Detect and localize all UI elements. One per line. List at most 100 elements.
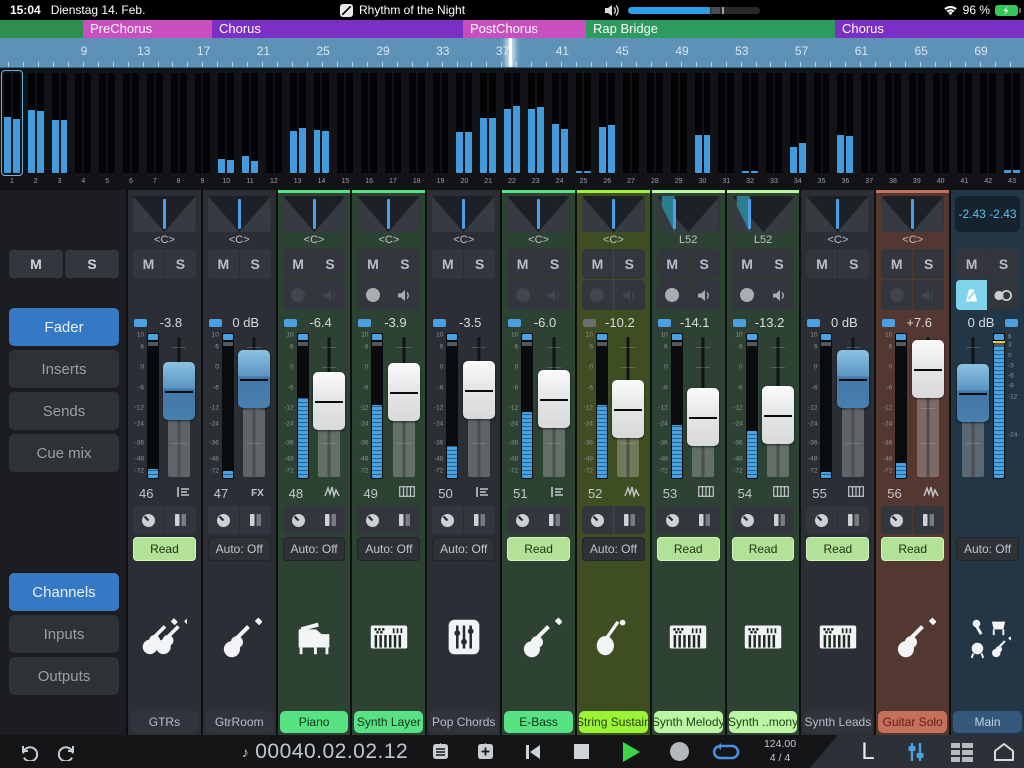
- overview-channel-20[interactable]: [454, 71, 474, 175]
- solo-button[interactable]: S: [689, 249, 720, 279]
- home-button[interactable]: [988, 735, 1020, 768]
- solo-button[interactable]: S: [764, 249, 795, 279]
- mute-button[interactable]: M: [881, 249, 912, 279]
- instrument-icon[interactable]: [352, 564, 425, 710]
- pan-control[interactable]: [582, 196, 645, 232]
- mute-button[interactable]: M: [208, 249, 239, 279]
- stop-button[interactable]: [566, 735, 596, 768]
- overview-channel-16[interactable]: [359, 71, 379, 175]
- overview-channel-32[interactable]: [740, 71, 760, 175]
- channel-name-label[interactable]: Synth ..mony: [729, 711, 798, 733]
- overview-channel-13[interactable]: [288, 71, 308, 175]
- pan-knob-button[interactable]: [732, 506, 763, 534]
- loop-button[interactable]: [706, 735, 746, 768]
- instrument-icon[interactable]: [951, 564, 1024, 710]
- instrument-icon[interactable]: [727, 564, 800, 710]
- overview-channel-41[interactable]: [955, 71, 975, 175]
- overview-channel-36[interactable]: [835, 71, 855, 175]
- monitor-button[interactable]: [764, 280, 795, 310]
- channel-mode-button[interactable]: [539, 506, 570, 534]
- tab-outputs[interactable]: Outputs: [9, 657, 119, 695]
- tab-channels[interactable]: Channels: [9, 573, 119, 611]
- position-display[interactable]: ♪ 00040.02.02.12: [230, 735, 420, 768]
- channel-name-label[interactable]: Guitar Solo: [878, 711, 947, 733]
- monitor-button[interactable]: [614, 280, 645, 310]
- record-arm-button[interactable]: [283, 280, 314, 310]
- add-marker-button[interactable]: [470, 735, 500, 768]
- instrument-icon[interactable]: [278, 564, 351, 710]
- overview-channel-26[interactable]: [597, 71, 617, 175]
- pan-control[interactable]: [732, 196, 795, 232]
- monitor-button[interactable]: [315, 280, 346, 310]
- global-solo-button[interactable]: S: [65, 250, 119, 278]
- automation-button[interactable]: Auto: Off: [357, 537, 420, 561]
- pan-control[interactable]: [657, 196, 720, 232]
- channel-mode-button[interactable]: [389, 506, 420, 534]
- record-arm-button[interactable]: [881, 280, 912, 310]
- section-Rap Bridge[interactable]: Rap Bridge: [586, 20, 835, 38]
- pan-control[interactable]: [208, 196, 271, 232]
- solo-button[interactable]: S: [913, 249, 944, 279]
- overview-channel-4[interactable]: [73, 71, 93, 175]
- instrument-icon[interactable]: [652, 564, 725, 710]
- section-Chorus[interactable]: Chorus: [212, 20, 463, 38]
- pan-knob-button[interactable]: [208, 506, 239, 534]
- pan-knob-button[interactable]: [357, 506, 388, 534]
- fader-cap[interactable]: [762, 386, 794, 444]
- pan-control[interactable]: [283, 196, 346, 232]
- overview-channel-28[interactable]: [645, 71, 665, 175]
- monitor-button[interactable]: [389, 280, 420, 310]
- overview-channel-38[interactable]: [883, 71, 903, 175]
- mute-button[interactable]: M: [432, 249, 463, 279]
- mute-button[interactable]: M: [956, 249, 987, 279]
- fader-cap[interactable]: [612, 380, 644, 438]
- channel-mode-button[interactable]: [913, 506, 944, 534]
- overview-channel-12[interactable]: [264, 71, 284, 175]
- tab-sends[interactable]: Sends: [9, 392, 119, 430]
- overview-channel-40[interactable]: [931, 71, 951, 175]
- overview-channel-6[interactable]: [121, 71, 141, 175]
- pan-control[interactable]: [133, 196, 196, 232]
- overview-channel-37[interactable]: [859, 71, 879, 175]
- record-arm-button[interactable]: [732, 280, 763, 310]
- section-PostChorus[interactable]: PostChorus: [463, 20, 586, 38]
- automation-button[interactable]: Read: [806, 537, 869, 561]
- fader-cap[interactable]: [238, 350, 270, 408]
- solo-button[interactable]: S: [165, 249, 196, 279]
- channel-name-label[interactable]: Synth Melody: [654, 711, 723, 733]
- overview-channel-33[interactable]: [764, 71, 784, 175]
- metronome-button[interactable]: [956, 280, 987, 310]
- monitor-button[interactable]: [689, 280, 720, 310]
- mute-button[interactable]: M: [133, 249, 164, 279]
- section-PreChorus[interactable]: PreChorus: [83, 20, 212, 38]
- overview-channel-23[interactable]: [526, 71, 546, 175]
- channel-name-label[interactable]: E-Bass: [504, 711, 573, 733]
- automation-button[interactable]: Read: [881, 537, 944, 561]
- overview-channel-39[interactable]: [907, 71, 927, 175]
- overview-channel-11[interactable]: [240, 71, 260, 175]
- mute-button[interactable]: M: [732, 249, 763, 279]
- pan-knob-button[interactable]: [582, 506, 613, 534]
- overview-channel-10[interactable]: [216, 71, 236, 175]
- solo-button[interactable]: S: [240, 249, 271, 279]
- playhead[interactable]: [509, 38, 512, 67]
- record-button[interactable]: [662, 735, 696, 768]
- timeline-ruler[interactable]: 9131721252933374145495357616569: [0, 38, 1024, 68]
- channel-name-label[interactable]: Pop Chords: [429, 711, 498, 733]
- pan-knob-button[interactable]: [881, 506, 912, 534]
- pan-knob-button[interactable]: [133, 506, 164, 534]
- automation-button[interactable]: Auto: Off: [956, 537, 1019, 561]
- overview-channel-42[interactable]: [978, 71, 998, 175]
- fader-cap[interactable]: [957, 364, 989, 422]
- channel-mode-button[interactable]: [764, 506, 795, 534]
- fader-cap[interactable]: [463, 361, 495, 419]
- return-to-start-button[interactable]: [518, 735, 548, 768]
- instrument-icon[interactable]: [801, 564, 874, 710]
- overview-channel-21[interactable]: [478, 71, 498, 175]
- stereo-mode-button[interactable]: [988, 280, 1019, 310]
- overview-channel-22[interactable]: [502, 71, 522, 175]
- overview-channel-25[interactable]: [574, 71, 594, 175]
- automation-button[interactable]: Auto: Off: [208, 537, 271, 561]
- record-arm-button[interactable]: [582, 280, 613, 310]
- mute-button[interactable]: M: [806, 249, 837, 279]
